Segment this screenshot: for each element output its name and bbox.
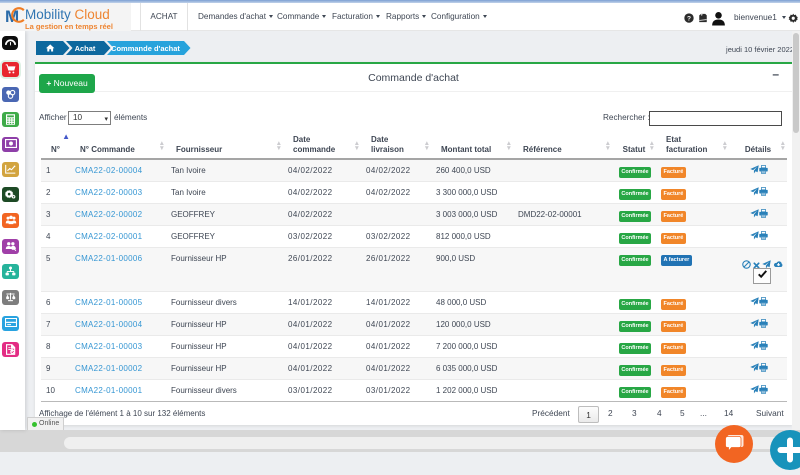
svg-text:Commande d'achat: Commande d'achat (111, 44, 180, 53)
svg-text:?: ? (687, 16, 691, 23)
svg-text:Achat: Achat (75, 44, 96, 53)
